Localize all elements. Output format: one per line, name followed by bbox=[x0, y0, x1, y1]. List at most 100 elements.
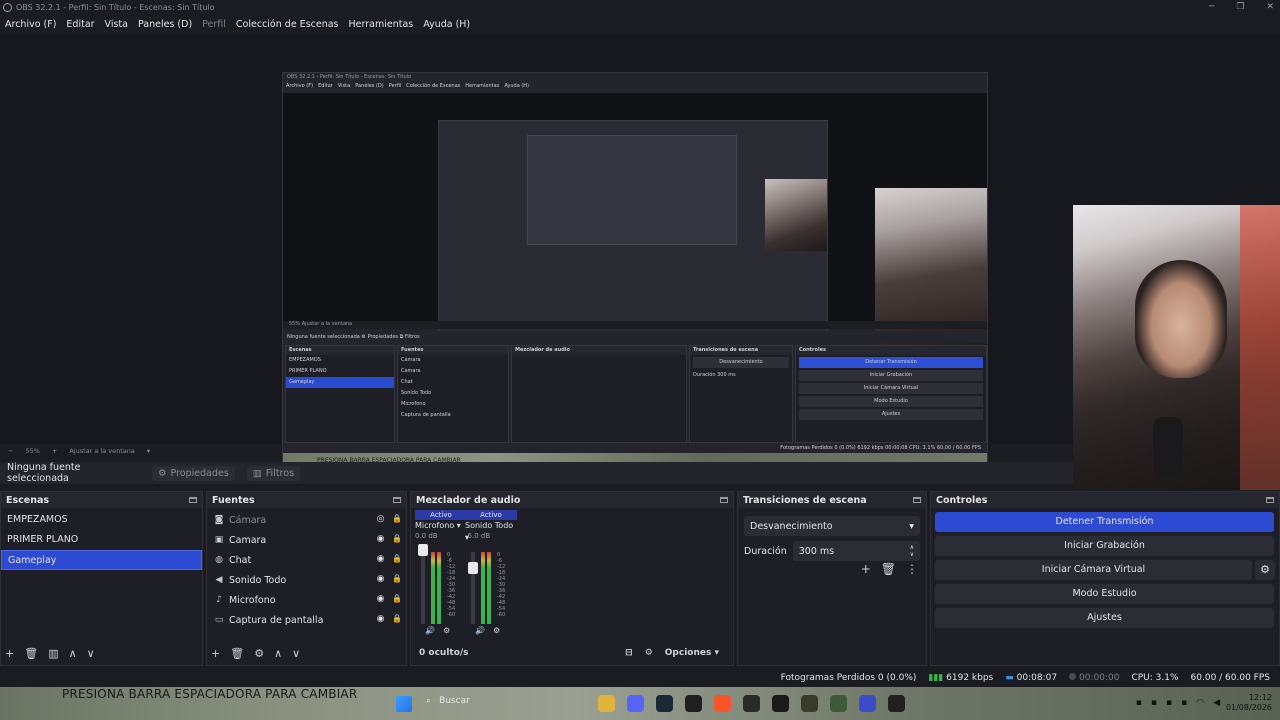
tray-icon[interactable]: ▪ bbox=[1166, 698, 1172, 708]
lock-icon[interactable]: 🔒 bbox=[392, 574, 402, 585]
advanced-audio-icon[interactable]: ⚙ bbox=[645, 648, 653, 658]
menu-vista[interactable]: Vista bbox=[100, 19, 133, 30]
speaker-icon[interactable]: 🔊 bbox=[475, 626, 485, 635]
undock-icon[interactable] bbox=[189, 497, 197, 503]
menu-herramientas[interactable]: Herramientas bbox=[344, 19, 419, 30]
remove-transition-button[interactable]: 🗑 bbox=[881, 562, 896, 576]
settings-button[interactable]: Ajustes bbox=[935, 608, 1274, 628]
channel-name[interactable]: Microfono ▾ bbox=[415, 520, 467, 532]
scene-item-gameplay[interactable]: Gameplay bbox=[1, 550, 202, 570]
properties-button[interactable]: ⚙ Propiedades bbox=[152, 465, 235, 481]
discord-icon[interactable] bbox=[627, 695, 644, 712]
source-item-microfono[interactable]: ♪ Microfono ◉ 🔒 bbox=[207, 590, 406, 610]
remove-scene-button[interactable]: 🗑 bbox=[24, 647, 38, 660]
studio-mode-button[interactable]: Modo Estudio bbox=[935, 584, 1274, 604]
add-source-button[interactable]: + bbox=[211, 647, 220, 660]
eye-slash-icon[interactable]: ◎ bbox=[375, 514, 386, 525]
move-up-button[interactable]: ∧ bbox=[69, 647, 77, 660]
app-icon[interactable] bbox=[830, 695, 847, 712]
menu-paneles[interactable]: Paneles (D) bbox=[133, 19, 197, 30]
source-item-sonido-todo[interactable]: ◀ Sonido Todo ◉ 🔒 bbox=[207, 570, 406, 590]
move-down-button[interactable]: ∨ bbox=[87, 647, 95, 660]
tray-icon[interactable]: ▪ bbox=[1151, 698, 1157, 708]
source-item-chat[interactable]: ◍ Chat ◉ 🔒 bbox=[207, 550, 406, 570]
menu-ayuda[interactable]: Ayuda (H) bbox=[418, 19, 475, 30]
source-settings-button[interactable]: ⚙ bbox=[254, 647, 264, 660]
minimize-button[interactable]: ─ bbox=[1209, 0, 1214, 14]
volume-fader-knob[interactable] bbox=[468, 562, 478, 574]
speaker-icon[interactable]: 🔊 bbox=[425, 626, 435, 635]
terminal-icon[interactable] bbox=[743, 695, 760, 712]
undock-icon[interactable] bbox=[393, 497, 401, 503]
volume-fader-knob[interactable] bbox=[418, 544, 428, 556]
app-icon[interactable] bbox=[888, 695, 905, 712]
add-scene-button[interactable]: + bbox=[5, 647, 14, 660]
menu-archivo[interactable]: Archivo (F) bbox=[0, 19, 61, 30]
channel-name[interactable]: Sonido Todo ▾ bbox=[465, 520, 517, 542]
more-options-icon[interactable]: ⋮ bbox=[906, 562, 918, 576]
undock-icon[interactable] bbox=[913, 497, 921, 503]
obs-taskbar-icon[interactable] bbox=[859, 695, 876, 712]
gear-icon[interactable]: ⚙ bbox=[1255, 560, 1275, 580]
undock-icon[interactable] bbox=[1266, 497, 1274, 503]
source-item-camara-hidden[interactable]: ◙ Cámara ◎ 🔒 bbox=[207, 510, 406, 530]
transition-select[interactable]: Desvanecimiento ▾ bbox=[744, 516, 920, 536]
source-item-captura[interactable]: ▭ Captura de pantalla ◉ 🔒 bbox=[207, 610, 406, 630]
scene-item-primer-plano[interactable]: PRIMER PLANO bbox=[1, 530, 202, 550]
zoom-out-button[interactable]: − bbox=[8, 447, 13, 455]
brave-icon[interactable] bbox=[714, 695, 731, 712]
eye-icon[interactable]: ◉ bbox=[375, 614, 386, 625]
undock-icon[interactable] bbox=[720, 497, 728, 503]
scene-item-empezamos[interactable]: EMPEZAMOS bbox=[1, 510, 202, 530]
windows-start-icon[interactable] bbox=[396, 696, 412, 712]
menu-perfil[interactable]: Perfil bbox=[197, 19, 231, 30]
file-explorer-icon[interactable] bbox=[598, 695, 615, 712]
remove-source-button[interactable]: 🗑 bbox=[230, 647, 244, 660]
epic-games-icon[interactable] bbox=[685, 695, 702, 712]
layout-icon[interactable]: ⊟ bbox=[625, 648, 633, 658]
wifi-icon[interactable]: ◠ bbox=[1196, 698, 1204, 708]
scene-filters-button[interactable]: ▥ bbox=[48, 647, 58, 660]
volume-icon[interactable]: ◀ bbox=[1213, 698, 1220, 708]
maximize-button[interactable]: ❐ bbox=[1236, 0, 1244, 14]
app-icon[interactable] bbox=[801, 695, 818, 712]
start-virtual-camera-button[interactable]: Iniciar Cámara Virtual bbox=[935, 560, 1252, 580]
nested-menu-item: Editar bbox=[318, 83, 333, 89]
tray-icon[interactable]: ▪ bbox=[1136, 698, 1142, 708]
steam-icon[interactable] bbox=[656, 695, 673, 712]
eye-icon[interactable]: ◉ bbox=[375, 574, 386, 585]
volume-fader-track[interactable] bbox=[421, 552, 425, 624]
move-up-button[interactable]: ∧ bbox=[274, 647, 282, 660]
gear-icon[interactable]: ⚙ bbox=[443, 626, 450, 635]
chevron-down-icon[interactable]: ▾ bbox=[147, 447, 150, 455]
lock-icon[interactable]: 🔒 bbox=[392, 614, 402, 625]
clock[interactable]: 12:12 01/08/2026 bbox=[1226, 693, 1272, 713]
add-transition-button[interactable]: + bbox=[861, 562, 871, 576]
eye-icon[interactable]: ◉ bbox=[375, 534, 386, 545]
app-icon[interactable] bbox=[772, 695, 789, 712]
gear-icon[interactable]: ⚙ bbox=[493, 626, 500, 635]
source-item-camara[interactable]: ▣ Camara ◉ 🔒 bbox=[207, 530, 406, 550]
taskbar-search[interactable]: ⌕ Buscar bbox=[426, 696, 470, 706]
lock-icon[interactable]: 🔒 bbox=[392, 554, 402, 565]
start-recording-button[interactable]: Iniciar Grabación bbox=[935, 536, 1274, 556]
zoom-mode[interactable]: Ajustar a la ventana bbox=[69, 447, 135, 455]
stop-streaming-button[interactable]: Detener Transmisión bbox=[935, 512, 1274, 532]
menu-editar[interactable]: Editar bbox=[61, 19, 99, 30]
options-button[interactable]: Opciones ▾ bbox=[665, 648, 719, 658]
eye-icon[interactable]: ◉ bbox=[375, 594, 386, 605]
close-button[interactable]: ✕ bbox=[1266, 0, 1274, 14]
eye-icon[interactable]: ◉ bbox=[375, 554, 386, 565]
zoom-in-button[interactable]: + bbox=[52, 447, 57, 455]
move-down-button[interactable]: ∨ bbox=[292, 647, 300, 660]
lock-icon[interactable]: 🔒 bbox=[392, 514, 402, 525]
filters-button[interactable]: ▥ Filtros bbox=[246, 465, 301, 481]
channel-name-label: Microfono bbox=[415, 521, 455, 530]
lock-icon[interactable]: 🔒 bbox=[392, 594, 402, 605]
menu-coleccion[interactable]: Colección de Escenas bbox=[231, 19, 344, 30]
lock-icon[interactable]: 🔒 bbox=[392, 534, 402, 545]
preview-canvas[interactable]: OBS 32.2.1 - Perfil: Sin Título - Escena… bbox=[0, 34, 1280, 490]
tray-icon[interactable]: ▪ bbox=[1181, 698, 1187, 708]
duration-spinbox[interactable]: 300 ms ∧ ∨ bbox=[792, 541, 920, 561]
spin-arrows-icon[interactable]: ∧ ∨ bbox=[910, 544, 914, 558]
